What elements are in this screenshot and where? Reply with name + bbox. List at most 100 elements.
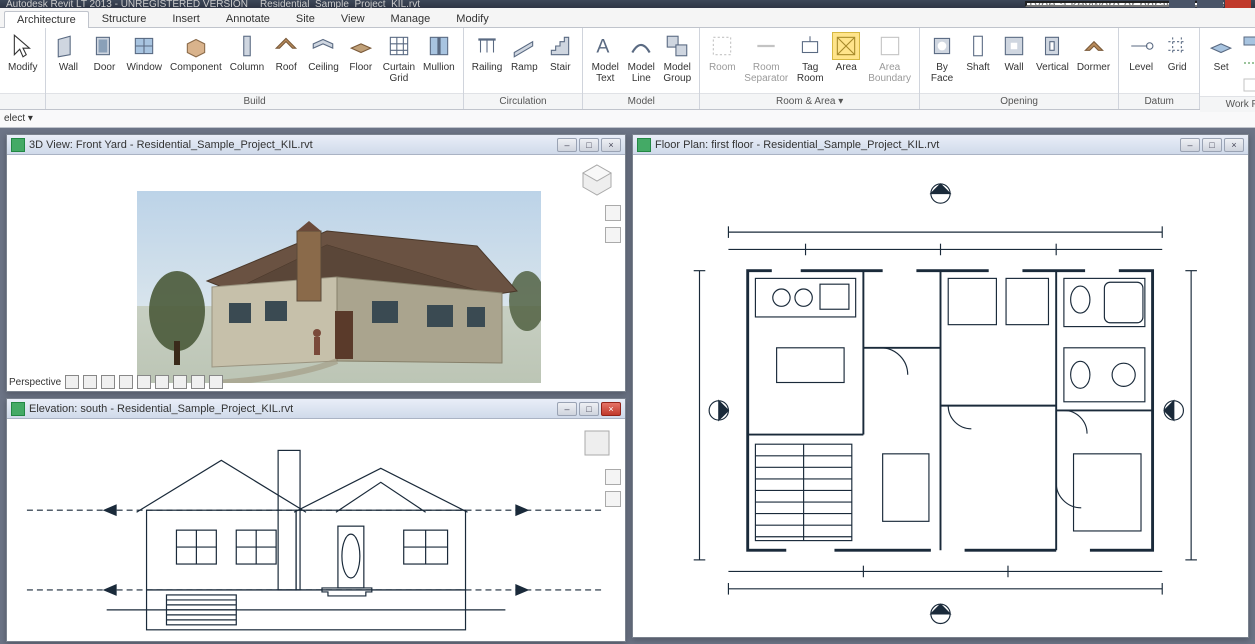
canvas-3dview[interactable]: Perspective [7,155,625,391]
pan-button[interactable] [605,491,621,507]
minimize-button[interactable]: – [557,402,577,416]
panel-label-build: Build [46,93,462,109]
minimize-button[interactable]: – [557,138,577,152]
dormer-button[interactable]: Dormer [1073,30,1114,75]
panel-model: AModel Text Model Line Model Group Model [583,28,700,109]
panel-label-workplane: Work Plane [1200,96,1255,112]
lock-icon[interactable] [173,375,187,389]
floor-icon [347,32,375,60]
modify-button[interactable]: Modify [4,30,41,75]
panel-circulation: Railing Ramp Stair Circulation [464,28,584,109]
door-button[interactable]: Door [86,30,122,75]
column-button[interactable]: Column [226,30,268,75]
tab-annotate[interactable]: Annotate [213,10,283,27]
modelline-button[interactable]: Model Line [623,30,659,86]
stair-icon [546,32,574,60]
panel-label-roomarea[interactable]: Room & Area ▾ [700,93,919,109]
owall-icon [1000,32,1028,60]
curtaingrid-button[interactable]: Curtain Grid [379,30,419,86]
floor-button[interactable]: Floor [343,30,379,75]
roomsep-icon [752,32,780,60]
component-button[interactable]: Component [166,30,226,75]
wall-button[interactable]: Wall [50,30,86,75]
tab-modify[interactable]: Modify [443,10,501,27]
owall-button[interactable]: Wall [996,30,1032,75]
room-button[interactable]: Room [704,30,740,75]
close-button[interactable]: × [601,138,621,152]
view-icon [637,138,651,152]
window-3dview-titlebar[interactable]: 3D View: Front Yard - Residential_Sample… [7,135,625,155]
tab-architecture[interactable]: Architecture [4,11,89,28]
modeltext-button[interactable]: AModel Text [587,30,623,86]
minimize-button[interactable]: – [1180,138,1200,152]
sunpath-icon[interactable] [83,375,97,389]
maximize-button[interactable]: □ [579,402,599,416]
grid-button[interactable]: Grid [1159,30,1195,75]
house-render [137,191,541,383]
panel-workplane: Set Show Ref Plane Viewer Work Plane [1200,28,1255,109]
vertical-button[interactable]: Vertical [1032,30,1073,75]
select-row: elect ▾ [0,110,1255,128]
maximize-button[interactable] [1197,0,1223,8]
canvas-elevation[interactable] [7,419,625,641]
areabound-button[interactable]: Area Boundary [864,30,915,86]
maximize-button[interactable]: □ [579,138,599,152]
mullion-button[interactable]: Mullion [419,30,459,75]
canvas-floorplan[interactable] [633,155,1248,637]
reveal-icon[interactable] [209,375,223,389]
tagroom-button[interactable]: Tag Room [792,30,828,86]
window-button[interactable]: Window [122,30,166,75]
show-button[interactable]: Show [1238,32,1255,50]
maximize-button[interactable]: □ [1202,138,1222,152]
close-button[interactable]: × [1224,138,1244,152]
visualstyle-icon[interactable] [65,375,79,389]
window-elevation-titlebar[interactable]: Elevation: south - Residential_Sample_Pr… [7,399,625,419]
window-floorplan-title: Floor Plan: first floor - Residential_Sa… [655,139,1176,151]
panel-room-area: Room Room Separator Tag Room Area Area B… [700,28,920,109]
crop-icon[interactable] [137,375,151,389]
tab-manage[interactable]: Manage [378,10,444,27]
titlebar: Autodesk Revit LT 2013 - UNREGISTERED VE… [0,0,1255,8]
close-button[interactable]: × [601,402,621,416]
navcube[interactable] [579,161,615,197]
grid-icon [1163,32,1191,60]
minimize-button[interactable] [1169,0,1195,8]
curtaingrid-icon [385,32,413,60]
byface-button[interactable]: By Face [924,30,960,86]
close-button[interactable] [1225,0,1251,8]
stair-button[interactable]: Stair [542,30,578,75]
workspace: 3D View: Front Yard - Residential_Sample… [0,128,1255,644]
steering-wheel-button[interactable] [605,469,621,485]
pan-button[interactable] [605,227,621,243]
steering-wheel-button[interactable] [605,205,621,221]
app-title: Autodesk Revit LT 2013 - UNREGISTERED VE… [6,0,248,8]
shaft-button[interactable]: Shaft [960,30,996,75]
tab-view[interactable]: View [328,10,378,27]
render-icon[interactable] [119,375,133,389]
hide-icon[interactable] [191,375,205,389]
shadow-icon[interactable] [101,375,115,389]
set-button[interactable]: Set [1204,30,1238,75]
modelgroup-button[interactable]: Model Group [659,30,695,86]
nav-sidebuttons [605,469,621,507]
tab-structure[interactable]: Structure [89,10,160,27]
ceiling-button[interactable]: Ceiling [304,30,343,75]
select-dropdown[interactable]: elect ▾ [4,113,33,124]
viewer-button[interactable]: Viewer [1238,76,1255,94]
tab-insert[interactable]: Insert [159,10,213,27]
area-icon [832,32,860,60]
panel-label-model: Model [583,93,699,109]
crop-region-icon[interactable] [155,375,169,389]
modelline-icon [627,32,655,60]
roomsep-button[interactable]: Room Separator [740,30,792,86]
ramp-button[interactable]: Ramp [506,30,542,75]
level-button[interactable]: Level [1123,30,1159,75]
railing-button[interactable]: Railing [468,30,507,75]
roof-button[interactable]: Roof [268,30,304,75]
navcube[interactable] [579,425,615,461]
area-button[interactable]: Area [828,30,864,75]
component-icon [182,32,210,60]
window-floorplan-titlebar[interactable]: Floor Plan: first floor - Residential_Sa… [633,135,1248,155]
tab-site[interactable]: Site [283,10,328,27]
panel-select: Modify [0,28,46,109]
